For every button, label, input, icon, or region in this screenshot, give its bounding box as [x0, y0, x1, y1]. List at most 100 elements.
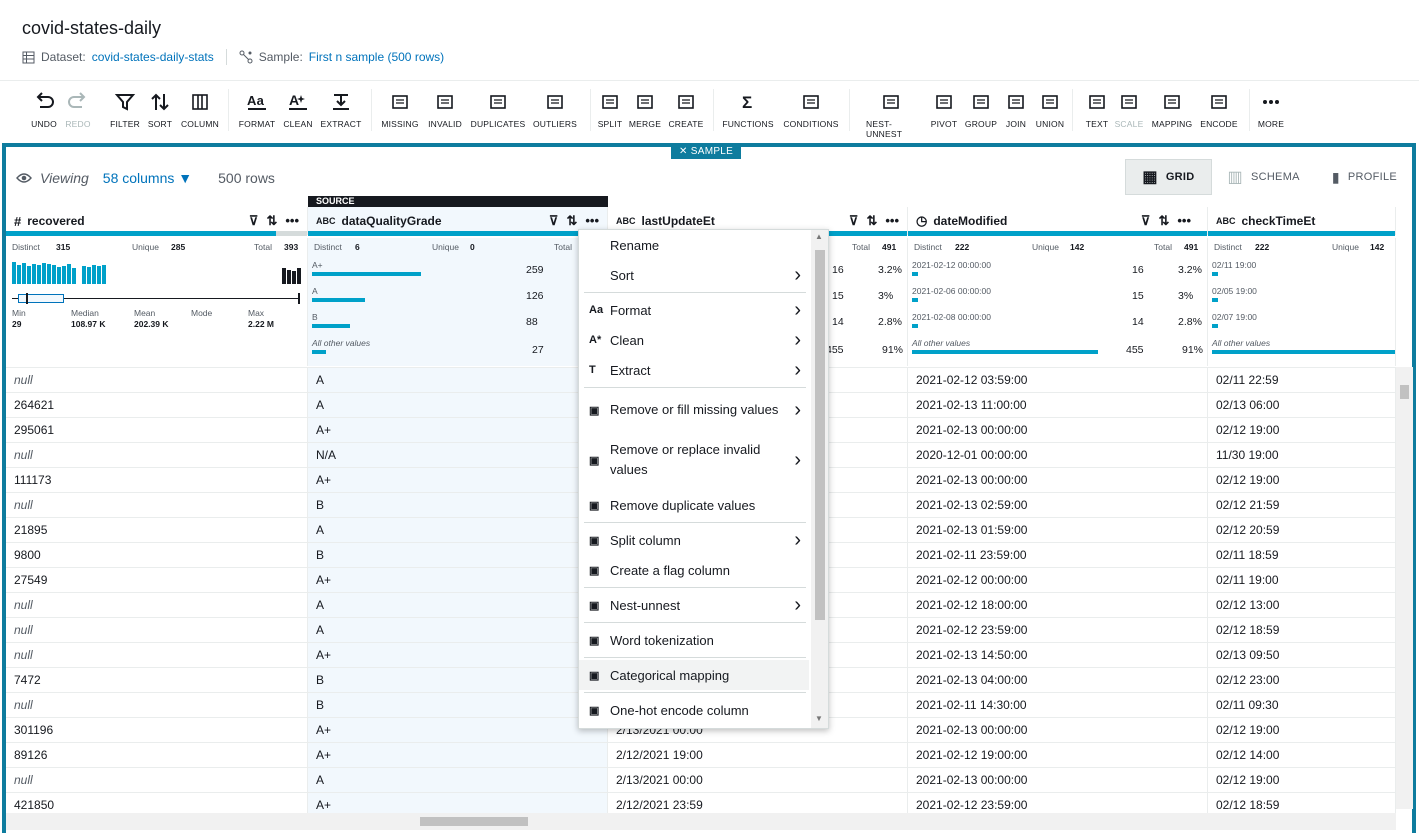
- more-icon[interactable]: •••: [585, 213, 599, 229]
- table-cell[interactable]: A: [308, 768, 608, 793]
- table-cell[interactable]: 301196: [6, 718, 308, 743]
- table-cell[interactable]: 02/12 13:00: [1208, 593, 1396, 618]
- table-cell[interactable]: 2021-02-13 01:59:00: [908, 518, 1208, 543]
- table-cell[interactable]: A: [308, 393, 608, 418]
- table-cell[interactable]: 2021-02-13 14:50:00: [908, 643, 1208, 668]
- toolbar-invalid-button[interactable]: INVALID: [420, 91, 470, 129]
- table-cell[interactable]: 2021-02-13 00:00:00: [908, 768, 1208, 793]
- table-cell[interactable]: 02/12 14:00: [1208, 743, 1396, 768]
- menu-scrollbar[interactable]: ▲ ▼: [811, 230, 828, 728]
- toolbar-missing-button[interactable]: MISSING: [375, 91, 425, 129]
- filter-icon[interactable]: ⊽: [549, 213, 559, 229]
- table-cell[interactable]: null: [6, 768, 308, 793]
- table-cell[interactable]: 02/11 09:30: [1208, 693, 1396, 718]
- sort-icon[interactable]: ⇅: [1158, 213, 1169, 229]
- scroll-down-icon[interactable]: ▼: [815, 714, 823, 723]
- filter-icon[interactable]: ⊽: [1141, 213, 1151, 229]
- toolbar-union-button[interactable]: UNION: [1025, 91, 1075, 129]
- table-cell[interactable]: 111173: [6, 468, 308, 493]
- table-cell[interactable]: 02/12 20:59: [1208, 518, 1396, 543]
- menu-item-remove-duplicate-values[interactable]: ▣ Remove duplicate values: [579, 490, 809, 520]
- table-cell[interactable]: 2/12/2021 19:00: [608, 743, 908, 768]
- table-cell[interactable]: 02/11 22:59: [1208, 368, 1396, 393]
- table-cell[interactable]: B: [308, 493, 608, 518]
- table-cell[interactable]: 02/12 19:00: [1208, 468, 1396, 493]
- toolbar-create-button[interactable]: CREATE: [661, 91, 711, 129]
- table-cell[interactable]: N/A: [308, 443, 608, 468]
- more-icon[interactable]: •••: [1177, 213, 1191, 229]
- tab-schema[interactable]: ▥ SCHEMA: [1212, 159, 1316, 195]
- table-cell[interactable]: A+: [308, 718, 608, 743]
- horizontal-scrollbar[interactable]: [6, 813, 1396, 830]
- menu-item-rename[interactable]: Rename: [579, 230, 809, 260]
- table-cell[interactable]: null: [6, 368, 308, 393]
- table-cell[interactable]: 2021-02-12 23:59:00: [908, 618, 1208, 643]
- toolbar-conditions-button[interactable]: CONDITIONS: [783, 91, 838, 129]
- table-cell[interactable]: 2021-02-13 00:00:00: [908, 418, 1208, 443]
- menu-item-clean[interactable]: A* Clean ›: [579, 325, 809, 355]
- more-icon[interactable]: •••: [285, 213, 299, 229]
- table-cell[interactable]: 2021-02-13 00:00:00: [908, 718, 1208, 743]
- menu-item-sort[interactable]: Sort ›: [579, 260, 809, 290]
- table-cell[interactable]: A: [308, 518, 608, 543]
- table-cell[interactable]: 2021-02-12 19:00:00: [908, 743, 1208, 768]
- more-icon[interactable]: •••: [885, 213, 899, 229]
- table-cell[interactable]: 264621: [6, 393, 308, 418]
- table-cell[interactable]: 21895: [6, 518, 308, 543]
- dataset-link[interactable]: covid-states-daily-stats: [92, 50, 214, 64]
- table-cell[interactable]: 02/11 19:00: [1208, 568, 1396, 593]
- table-cell[interactable]: A+: [308, 568, 608, 593]
- toolbar-column-button[interactable]: COLUMN: [175, 91, 225, 129]
- tab-profile[interactable]: ▮ PROFILE: [1316, 159, 1413, 195]
- table-cell[interactable]: 89126: [6, 743, 308, 768]
- toolbar-redo-button[interactable]: REDO: [53, 91, 103, 129]
- scroll-up-icon[interactable]: ▲: [815, 232, 823, 241]
- menu-item-split-column[interactable]: ▣ Split column ›: [579, 525, 809, 555]
- table-cell[interactable]: 295061: [6, 418, 308, 443]
- tab-grid[interactable]: ▦ GRID: [1125, 159, 1212, 195]
- menu-item-extract[interactable]: T Extract ›: [579, 355, 809, 385]
- table-cell[interactable]: 02/13 06:00: [1208, 393, 1396, 418]
- table-cell[interactable]: 2021-02-13 02:59:00: [908, 493, 1208, 518]
- table-cell[interactable]: 02/12 23:00: [1208, 668, 1396, 693]
- table-cell[interactable]: null: [6, 493, 308, 518]
- filter-icon[interactable]: ⊽: [849, 213, 859, 229]
- table-cell[interactable]: null: [6, 593, 308, 618]
- table-cell[interactable]: 02/12 18:59: [1208, 618, 1396, 643]
- table-cell[interactable]: A: [308, 618, 608, 643]
- toolbar-nest-unnest-button[interactable]: NEST-UNNEST: [866, 91, 916, 139]
- table-cell[interactable]: A+: [308, 643, 608, 668]
- table-cell[interactable]: A+: [308, 418, 608, 443]
- sample-link[interactable]: First n sample (500 rows): [309, 50, 444, 64]
- table-cell[interactable]: 2/13/2021 00:00: [608, 768, 908, 793]
- table-cell[interactable]: 2021-02-13 04:00:00: [908, 668, 1208, 693]
- sort-icon[interactable]: ⇅: [266, 213, 277, 229]
- table-cell[interactable]: 11/30 19:00: [1208, 443, 1396, 468]
- filter-icon[interactable]: ⊽: [249, 213, 259, 229]
- table-cell[interactable]: B: [308, 668, 608, 693]
- table-cell[interactable]: 7472: [6, 668, 308, 693]
- sort-icon[interactable]: ⇅: [566, 213, 577, 229]
- vertical-scrollbar[interactable]: [1396, 367, 1413, 809]
- table-cell[interactable]: 2021-02-13 00:00:00: [908, 468, 1208, 493]
- table-cell[interactable]: 02/11 18:59: [1208, 543, 1396, 568]
- table-cell[interactable]: 2020-12-01 00:00:00: [908, 443, 1208, 468]
- table-cell[interactable]: B: [308, 693, 608, 718]
- table-cell[interactable]: 2021-02-11 23:59:00: [908, 543, 1208, 568]
- table-cell[interactable]: 02/12 19:00: [1208, 768, 1396, 793]
- toolbar-outliers-button[interactable]: OUTLIERS: [530, 91, 580, 129]
- toolbar-mapping-button[interactable]: MAPPING: [1147, 91, 1197, 129]
- toolbar-extract-button[interactable]: EXTRACT: [316, 91, 366, 129]
- table-cell[interactable]: 2021-02-12 18:00:00: [908, 593, 1208, 618]
- table-cell[interactable]: 02/12 21:59: [1208, 493, 1396, 518]
- table-cell[interactable]: 02/13 09:50: [1208, 643, 1396, 668]
- table-cell[interactable]: 2021-02-11 14:30:00: [908, 693, 1208, 718]
- table-cell[interactable]: 02/12 19:00: [1208, 418, 1396, 443]
- sort-icon[interactable]: ⇅: [866, 213, 877, 229]
- table-cell[interactable]: null: [6, 443, 308, 468]
- menu-item-nest-unnest[interactable]: ▣ Nest-unnest ›: [579, 590, 809, 620]
- table-cell[interactable]: 2021-02-13 11:00:00: [908, 393, 1208, 418]
- menu-item-create-a-flag-column[interactable]: ▣ Create a flag column: [579, 555, 809, 585]
- table-cell[interactable]: B: [308, 543, 608, 568]
- columns-dropdown[interactable]: 58 columns ▼: [103, 170, 192, 186]
